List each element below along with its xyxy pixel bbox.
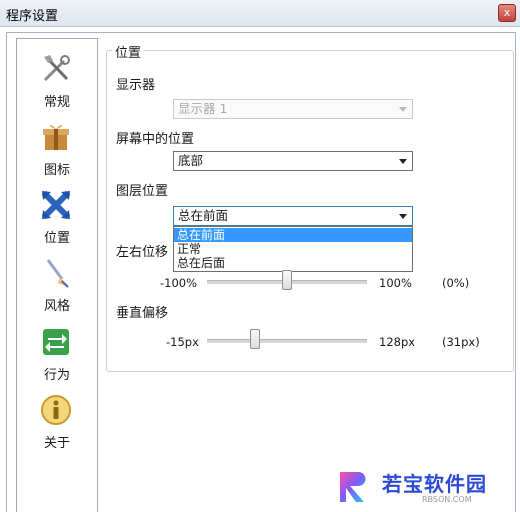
tools-icon xyxy=(43,55,70,82)
group-title: 位置 xyxy=(112,42,145,61)
vertical-offset-min: -15px xyxy=(166,335,199,349)
move-arrows-icon xyxy=(41,190,71,220)
horizontal-offset-label: 左右位移 xyxy=(116,245,169,260)
info-icon xyxy=(41,395,71,425)
display-select-value: 显示器 1 xyxy=(178,101,228,116)
dropdown-option[interactable]: 正常 xyxy=(174,242,412,256)
watermark-sub: RBSON.COM xyxy=(422,495,472,504)
chevron-down-icon[interactable] xyxy=(399,214,407,219)
sidebar-item-label: 关于 xyxy=(43,436,70,451)
horizontal-offset-min: -100% xyxy=(160,276,198,290)
chevron-down-icon xyxy=(399,107,407,112)
sidebar: 常规 图标 位置 风格 行为 关于 xyxy=(16,38,98,512)
vertical-offset-track[interactable] xyxy=(207,339,367,343)
screen-position-select-value: 底部 xyxy=(178,153,204,168)
horizontal-offset-current: (0%) xyxy=(442,276,470,290)
sidebar-item-label: 行为 xyxy=(43,368,70,383)
sidebar-item-label: 常规 xyxy=(43,95,70,110)
sidebar-item-style[interactable]: 风格 xyxy=(17,257,97,319)
sidebar-item-label: 位置 xyxy=(43,231,70,246)
layer-position-dropdown-list: 总在前面 正常 总在后面 xyxy=(173,226,413,272)
gift-box-icon xyxy=(43,124,69,150)
swap-arrows-icon xyxy=(43,329,69,355)
horizontal-offset-slider-thumb[interactable] xyxy=(282,270,292,290)
vertical-offset-label: 垂直偏移 xyxy=(116,306,169,321)
sidebar-item-general[interactable]: 常规 xyxy=(17,53,97,115)
vertical-offset-max: 128px xyxy=(379,335,416,349)
watermark: 若宝软件园 RBSON.COM xyxy=(320,462,510,511)
watermark-text: 若宝软件园 xyxy=(382,472,487,496)
sidebar-item-behavior[interactable]: 行为 xyxy=(17,326,97,388)
title-bar: 程序设置 x xyxy=(0,0,520,27)
vertical-offset-slider-thumb[interactable] xyxy=(250,329,260,349)
display-select: 显示器 1 xyxy=(173,99,413,119)
close-button[interactable]: x xyxy=(498,4,516,22)
chevron-down-icon[interactable] xyxy=(399,159,407,164)
display-label: 显示器 xyxy=(116,78,156,93)
sidebar-item-position[interactable]: 位置 xyxy=(17,189,97,251)
screen-position-select[interactable]: 底部 xyxy=(173,151,413,171)
window-title: 程序设置 xyxy=(6,9,59,24)
brush-icon xyxy=(46,259,69,288)
layer-position-label: 图层位置 xyxy=(116,184,169,199)
vertical-offset-current: (31px) xyxy=(442,335,480,349)
rbson-logo xyxy=(340,472,366,502)
dropdown-option[interactable]: 总在后面 xyxy=(174,256,412,270)
sidebar-item-label: 图标 xyxy=(43,163,70,178)
dropdown-option[interactable]: 总在前面 xyxy=(174,228,412,242)
horizontal-offset-max: 100% xyxy=(379,276,412,290)
sidebar-item-label: 风格 xyxy=(43,299,70,314)
screen-position-label: 屏幕中的位置 xyxy=(116,132,195,147)
sidebar-item-icons[interactable]: 图标 xyxy=(17,121,97,183)
layer-position-select-value: 总在前面 xyxy=(178,208,229,223)
sidebar-item-about[interactable]: 关于 xyxy=(17,394,97,456)
layer-position-select[interactable]: 总在前面 xyxy=(173,206,413,226)
